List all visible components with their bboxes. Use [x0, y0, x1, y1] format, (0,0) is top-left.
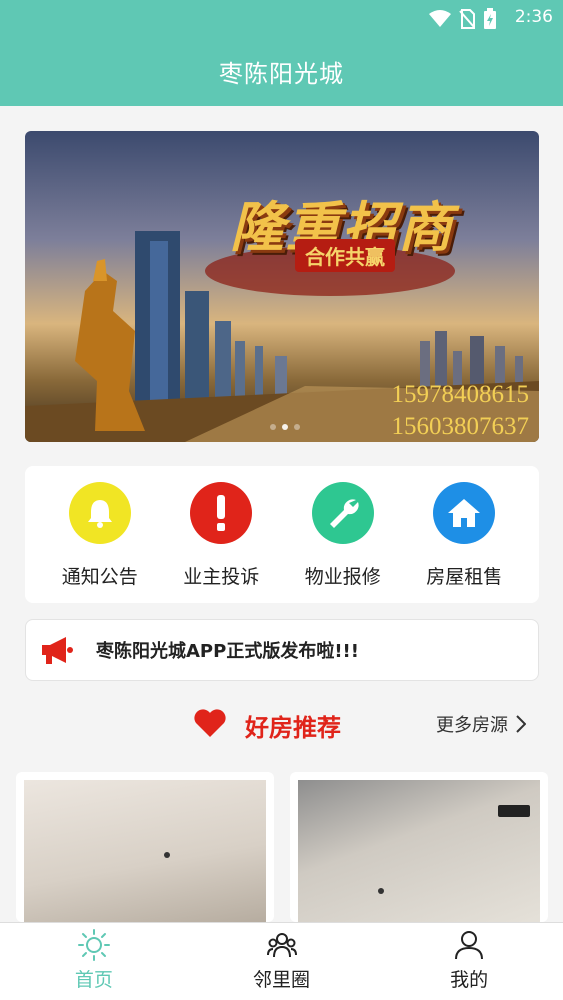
wifi-icon: [429, 10, 451, 27]
heart-icon: [194, 709, 226, 737]
bell-icon: [87, 500, 112, 528]
ceiling-light: [164, 852, 170, 858]
no-sim-icon: [459, 9, 475, 29]
quick-icon-circle: [190, 482, 253, 544]
nav-label: 首页: [74, 969, 113, 991]
promo-banner[interactable]: 隆重招商 合作共赢 15978408615 15603807637: [25, 131, 539, 442]
notice-bar[interactable]: 枣陈阳光城APP正式版发布啦!!!: [25, 619, 539, 681]
quick-menu: 通知公告 业主投诉 物业报修 房屋租售: [25, 466, 539, 603]
status-time: 2:36: [514, 7, 553, 27]
nav-profile[interactable]: 我的: [375, 923, 563, 1000]
quick-icon-circle: [433, 482, 496, 544]
ceiling-fixture: [498, 805, 530, 817]
notice-text: 枣陈阳光城APP正式版发布啦!!!: [96, 641, 359, 662]
wrench-icon: [329, 499, 359, 528]
nav-label: 邻里圈: [253, 969, 311, 991]
listing-photo: [24, 780, 266, 922]
banner-phone-1: 15978408615: [391, 381, 530, 408]
battery-charging-icon: [484, 8, 496, 29]
quick-icon-circle: [68, 482, 131, 544]
user-icon: [455, 931, 484, 960]
carousel-indicator: [270, 424, 300, 430]
quick-item-repair[interactable]: 物业报修: [285, 466, 400, 603]
bottom-nav: 首页 邻里圈 我的: [0, 922, 563, 1000]
more-listings-link[interactable]: 更多房源: [436, 711, 526, 737]
quick-label: 房屋租售: [426, 566, 503, 588]
quick-label: 通知公告: [61, 566, 138, 588]
exclamation-icon: [217, 495, 226, 531]
ceiling-light: [378, 888, 384, 894]
nav-home[interactable]: 首页: [0, 923, 188, 1000]
quick-label: 物业报修: [304, 566, 381, 588]
carousel-dot-active[interactable]: [282, 424, 288, 430]
carousel-dot[interactable]: [270, 424, 276, 430]
quick-item-rental[interactable]: 房屋租售: [407, 466, 522, 603]
page-title: 枣陈阳光城: [219, 59, 344, 88]
quick-label: 业主投诉: [183, 566, 260, 588]
banner-subheadline: 合作共赢: [295, 239, 395, 272]
recommend-title: 好房推荐: [245, 714, 341, 742]
sun-icon: [77, 929, 110, 961]
recommend-header: 好房推荐 更多房源: [0, 700, 563, 748]
carousel-dot[interactable]: [294, 424, 300, 430]
listing-photo: [298, 780, 540, 922]
quick-item-complaint[interactable]: 业主投诉: [164, 466, 279, 603]
status-bar: 2:36: [0, 0, 563, 36]
quick-icon-circle: [311, 482, 374, 544]
banner-phone-2: 15603807637: [391, 413, 530, 440]
nav-label: 我的: [450, 969, 489, 991]
status-icons: [429, 8, 497, 30]
megaphone-icon: [42, 637, 73, 664]
listing-card[interactable]: [290, 772, 548, 922]
app-header: 枣陈阳光城: [0, 36, 563, 106]
community-icon: [266, 933, 297, 958]
quick-item-notice[interactable]: 通知公告: [42, 466, 157, 603]
nav-community[interactable]: 邻里圈: [188, 923, 376, 1000]
more-listings-label: 更多房源: [436, 715, 508, 736]
chevron-right-icon: [516, 715, 526, 733]
house-icon: [448, 499, 481, 527]
listing-card[interactable]: [16, 772, 274, 922]
